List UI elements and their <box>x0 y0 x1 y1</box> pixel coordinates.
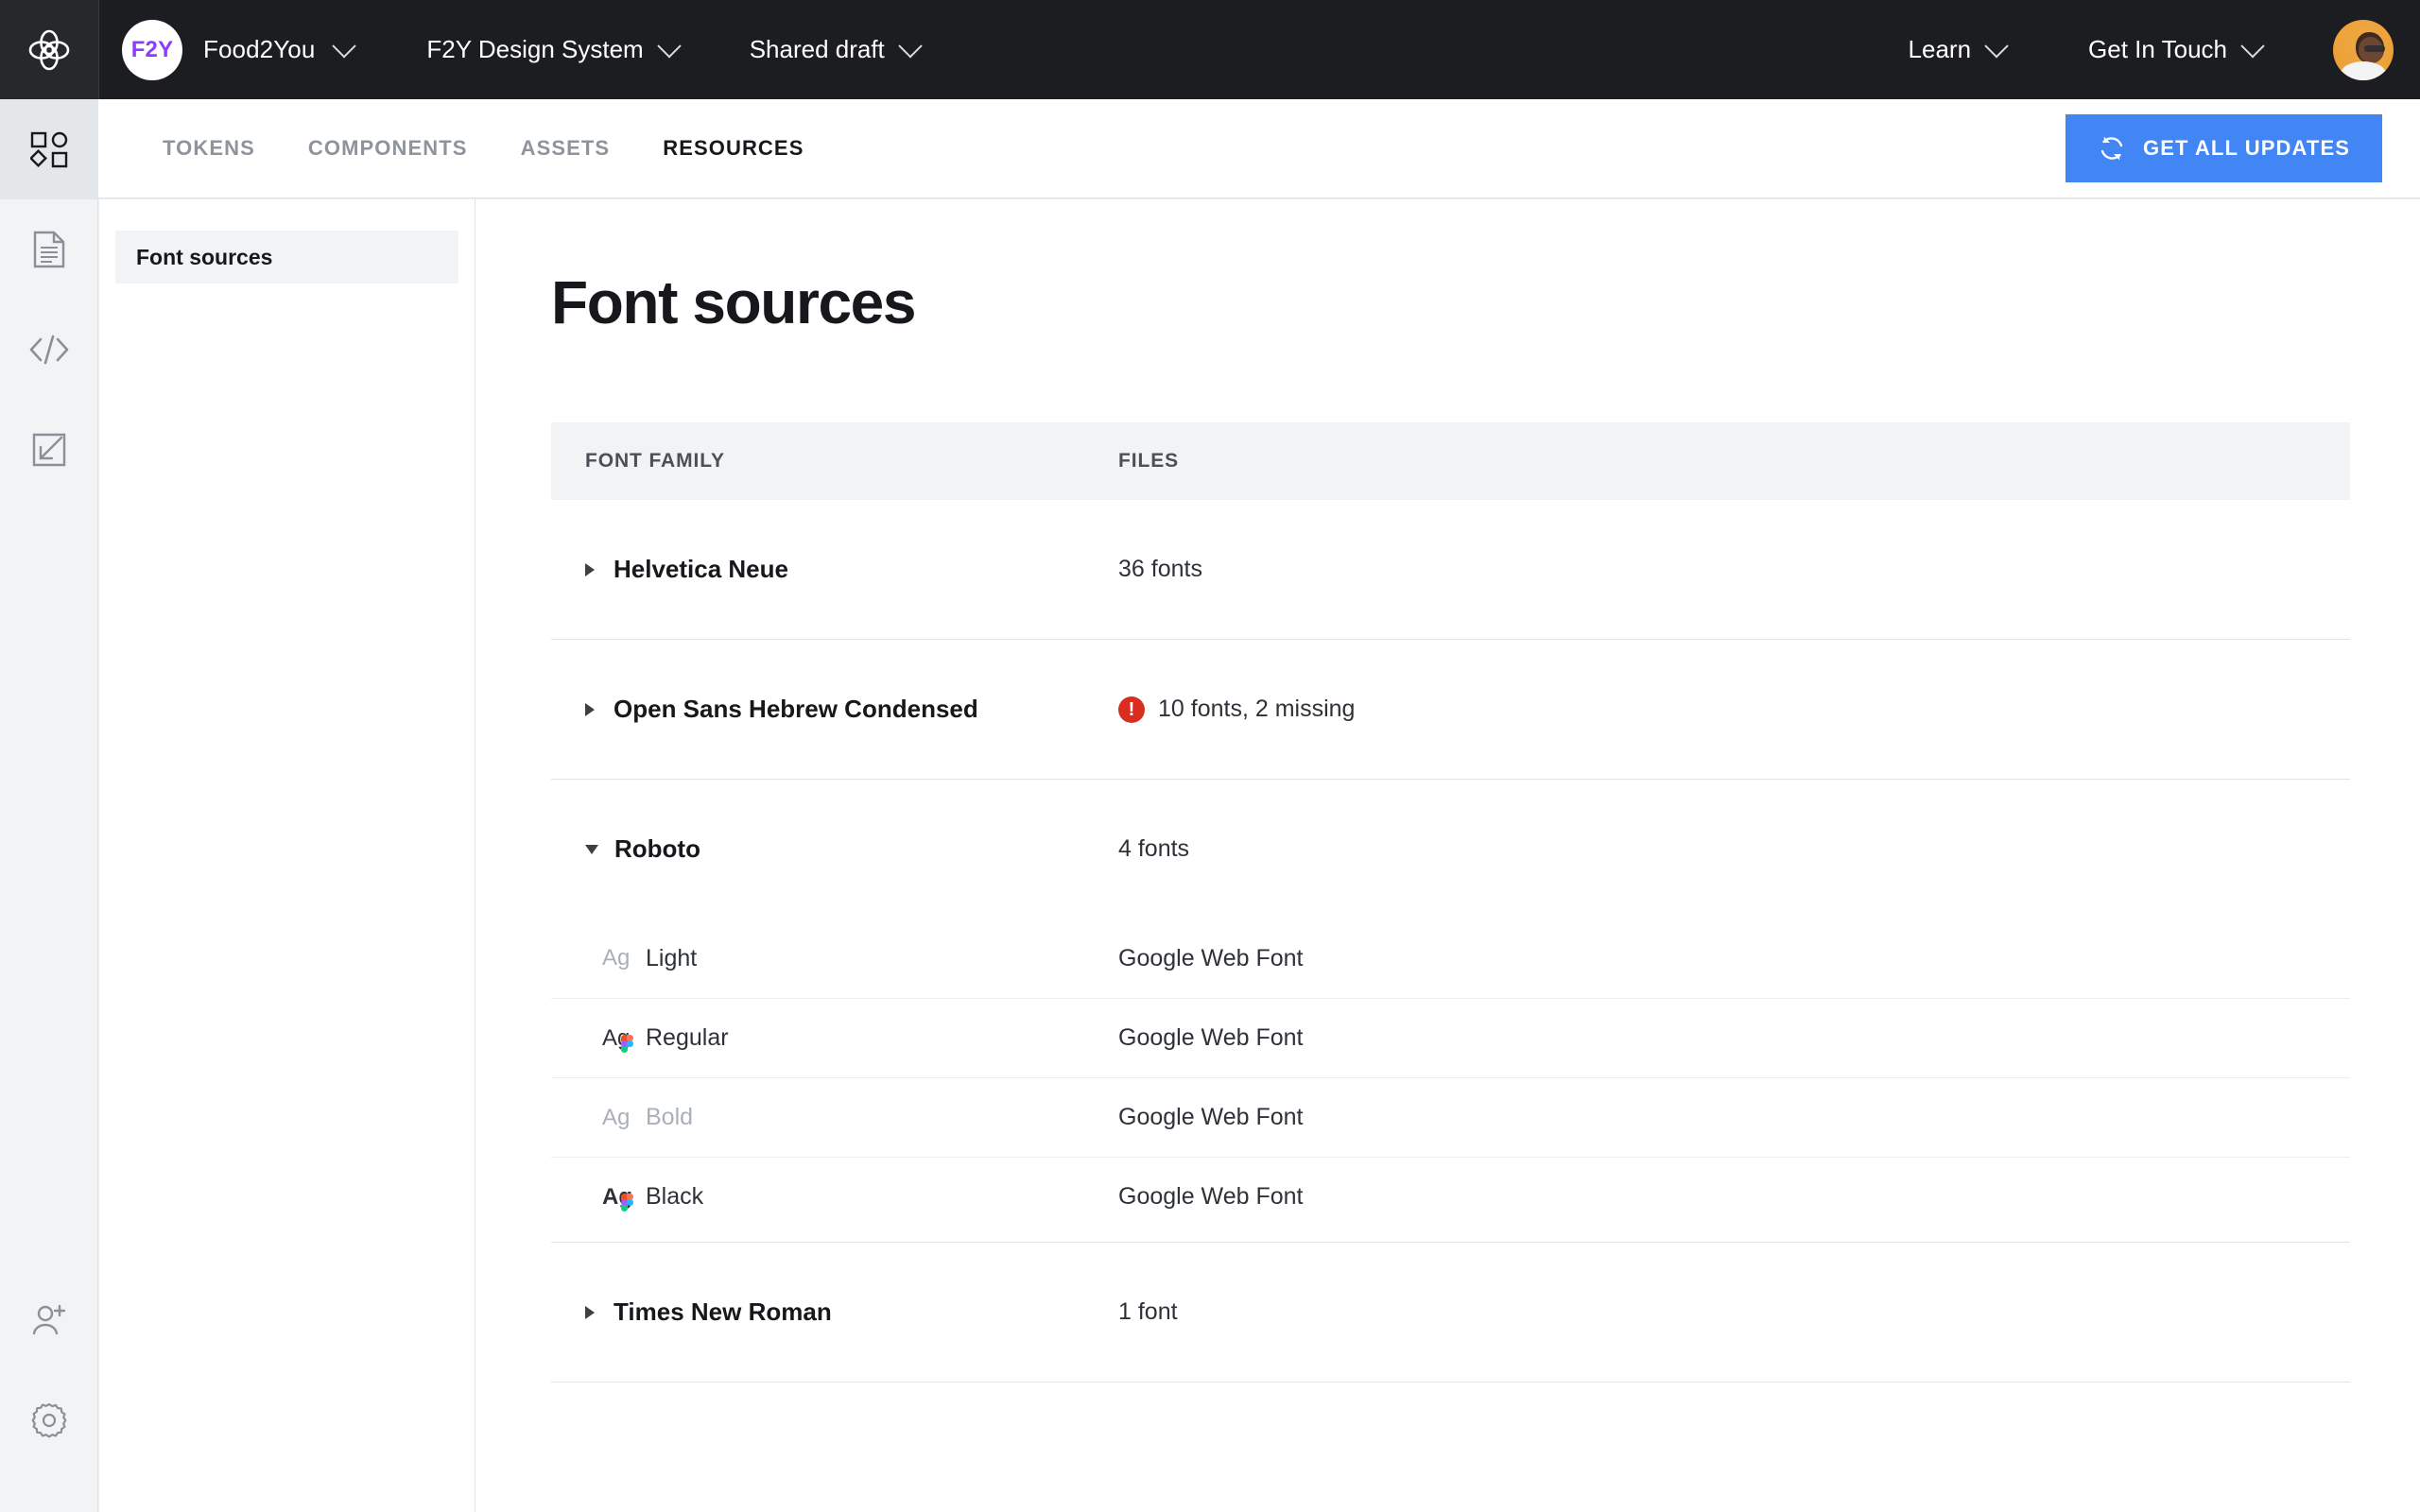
font-style-name: Light <box>646 944 698 971</box>
learn-label: Learn <box>1908 35 1972 63</box>
get-all-updates-label: GET ALL UPDATES <box>2143 136 2350 160</box>
chevron-down-icon <box>656 33 682 58</box>
section-tab-bar: TOKENS COMPONENTS ASSETS RESOURCES GET A… <box>98 99 2420 198</box>
top-navigation-bar: F2Y Food2You F2Y Design System Shared dr… <box>0 0 2420 99</box>
tab-resources[interactable]: RESOURCES <box>636 136 830 161</box>
font-source: Google Web Font <box>1118 944 1304 971</box>
get-in-touch-menu[interactable]: Get In Touch <box>2052 0 2297 99</box>
avatar-glasses <box>2364 44 2385 52</box>
table-row-group: Open Sans Hebrew Condensed ! 10 fonts, 2… <box>551 640 2350 780</box>
workspace-selector[interactable]: F2Y Food2You <box>99 0 390 99</box>
version-label: Shared draft <box>749 35 885 63</box>
font-family-name: Roboto <box>614 834 700 863</box>
font-style-name: Regular <box>646 1024 729 1051</box>
font-style-row[interactable]: Ag Black Google Web Font <box>551 1157 2350 1236</box>
table-row-group: Times New Roman 1 font <box>551 1243 2350 1383</box>
sidebar-item-label: Font sources <box>136 244 273 269</box>
workspace-badge: F2Y <box>122 19 182 80</box>
import-icon <box>31 432 67 468</box>
chevron-down-icon[interactable] <box>585 844 598 854</box>
get-all-updates-button[interactable]: GET ALL UPDATES <box>2066 114 2382 182</box>
chevron-right-icon[interactable] <box>585 1305 595 1319</box>
sidebar-item-font-sources[interactable]: Font sources <box>115 231 458 284</box>
files-cell: 36 fonts <box>1118 556 2350 583</box>
code-icon <box>28 334 70 366</box>
rail-item-documentation[interactable] <box>0 199 98 300</box>
version-selector[interactable]: Shared draft <box>714 0 955 99</box>
column-header-files: FILES <box>1118 450 1180 472</box>
font-preview-glyph: Ag <box>602 1185 646 1211</box>
font-source: Google Web Font <box>1118 1183 1304 1210</box>
files-count: 1 font <box>1118 1298 1178 1325</box>
table-row[interactable]: Roboto 4 fonts <box>551 780 2350 919</box>
font-family-name: Open Sans Hebrew Condensed <box>614 695 978 723</box>
chevron-right-icon[interactable] <box>585 702 595 716</box>
figma-badge-icon <box>621 1034 633 1059</box>
app-logo-button[interactable] <box>0 0 98 99</box>
app-window: F2Y Food2You F2Y Design System Shared dr… <box>0 0 2420 1512</box>
page-title: Font sources <box>551 268 916 336</box>
main-content: Font sources FONT FAMILY FILES Helvetica… <box>475 199 2420 1512</box>
avatar[interactable] <box>2333 19 2394 80</box>
supernova-knot-logo-icon <box>27 28 71 72</box>
workspace-name: Food2You <box>203 35 316 63</box>
files-count: 10 fonts, 2 missing <box>1158 696 1356 722</box>
resources-nav-panel: Font sources <box>99 199 475 1512</box>
table-row[interactable]: Open Sans Hebrew Condensed ! 10 fonts, 2… <box>551 640 2350 779</box>
design-system-selector[interactable]: F2Y Design System <box>390 0 713 99</box>
files-cell: 4 fonts <box>1118 835 2350 863</box>
design-system-icon <box>29 130 68 168</box>
settings-gear-icon <box>30 1401 68 1439</box>
rail-item-settings[interactable] <box>0 1370 98 1470</box>
table-row-group: Roboto 4 fonts Ag Light Google Web Font … <box>551 780 2350 1243</box>
tab-assets[interactable]: ASSETS <box>494 136 637 161</box>
font-style-name: Bold <box>646 1104 694 1130</box>
files-count: 36 fonts <box>1118 556 1202 582</box>
column-header-font-family: FONT FAMILY <box>585 450 725 472</box>
font-preview-glyph: Ag <box>602 1104 631 1130</box>
chevron-down-icon <box>1984 33 2009 58</box>
chevron-down-icon <box>2240 33 2265 58</box>
learn-menu[interactable]: Learn <box>1873 0 2042 99</box>
tab-list: TOKENS COMPONENTS ASSETS RESOURCES <box>98 136 830 161</box>
add-user-icon <box>30 1303 68 1337</box>
table-row[interactable]: Times New Roman 1 font <box>551 1243 2350 1382</box>
files-cell: 1 font <box>1118 1298 2350 1326</box>
rail-item-import[interactable] <box>0 400 98 500</box>
font-style-list: Ag Light Google Web Font Ag Regular Goog… <box>551 919 2350 1242</box>
chevron-down-icon <box>898 33 923 58</box>
font-style-row[interactable]: Ag Bold Google Web Font <box>551 1077 2350 1157</box>
font-family-name: Times New Roman <box>614 1297 832 1326</box>
table-row-group: Helvetica Neue 36 fonts <box>551 500 2350 640</box>
avatar-shirt <box>2341 60 2386 80</box>
font-style-row[interactable]: Ag Light Google Web Font <box>551 919 2350 998</box>
chevron-right-icon[interactable] <box>585 562 595 576</box>
files-count: 4 fonts <box>1118 835 1190 862</box>
documentation-icon <box>31 231 67 268</box>
font-preview-glyph: Ag <box>602 945 631 971</box>
left-rail <box>0 99 98 1512</box>
figma-badge-icon <box>621 1193 633 1218</box>
font-source: Google Web Font <box>1118 1104 1304 1130</box>
error-exclamation-icon: ! <box>1118 696 1145 723</box>
table-row[interactable]: Helvetica Neue 36 fonts <box>551 500 2350 639</box>
rail-item-code[interactable] <box>0 300 98 400</box>
table-header-row: FONT FAMILY FILES <box>551 422 2350 500</box>
font-source: Google Web Font <box>1118 1024 1304 1051</box>
files-cell: ! 10 fonts, 2 missing <box>1118 696 2350 723</box>
chevron-down-icon <box>332 33 357 58</box>
refresh-icon <box>2098 134 2126 163</box>
topbar-right-group: Learn Get In Touch <box>1873 0 2420 99</box>
font-sources-table: FONT FAMILY FILES Helvetica Neue 36 font… <box>551 422 2350 1383</box>
font-preview-glyph: Ag <box>602 1026 646 1053</box>
design-system-label: F2Y Design System <box>426 35 644 63</box>
rail-item-design-system[interactable] <box>0 99 98 199</box>
tab-tokens[interactable]: TOKENS <box>136 136 282 161</box>
font-family-name: Helvetica Neue <box>614 555 788 583</box>
font-style-name: Black <box>646 1183 704 1210</box>
get-in-touch-label: Get In Touch <box>2088 35 2227 63</box>
rail-item-invite-user[interactable] <box>0 1270 98 1370</box>
tab-components[interactable]: COMPONENTS <box>282 136 494 161</box>
font-style-row[interactable]: Ag Regular Google Web Font <box>551 998 2350 1077</box>
